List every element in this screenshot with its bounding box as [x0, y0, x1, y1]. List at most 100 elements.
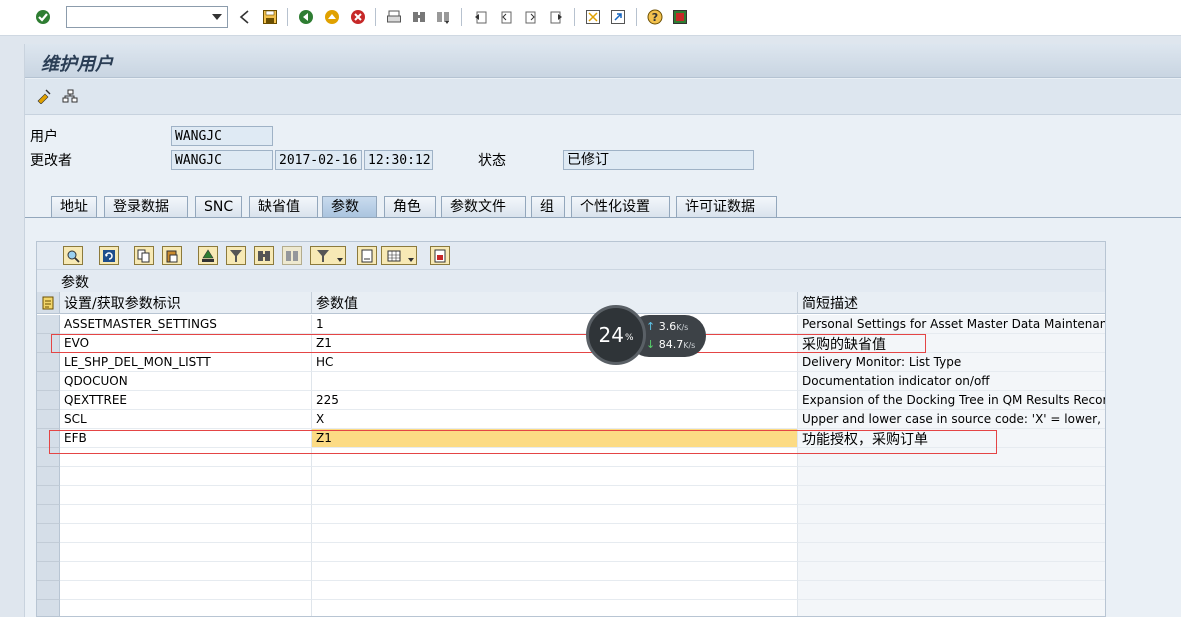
table-row[interactable]: EVO Z1 采购的缺省值	[37, 334, 1105, 353]
row-selector[interactable]	[37, 505, 60, 524]
empty-cell[interactable]	[60, 448, 312, 467]
parameter-id-cell[interactable]: ASSETMASTER_SETTINGS	[60, 315, 312, 334]
first-page-icon[interactable]	[472, 8, 490, 26]
empty-cell[interactable]	[312, 467, 798, 486]
table-row[interactable]: LE_SHP_DEL_MON_LISTT HC Delivery Monitor…	[37, 353, 1105, 372]
back-arrow-icon[interactable]	[236, 8, 254, 26]
empty-row[interactable]	[37, 486, 1105, 505]
empty-row[interactable]	[37, 581, 1105, 600]
filter-icon[interactable]	[226, 246, 246, 265]
table-row[interactable]: QEXTTREE 225 Expansion of the Docking Tr…	[37, 391, 1105, 410]
empty-cell[interactable]	[312, 543, 798, 562]
parameter-value-cell-active[interactable]: Z1	[312, 429, 798, 448]
shortcut-icon[interactable]	[609, 8, 627, 26]
parameter-value-cell[interactable]: HC	[312, 353, 798, 372]
row-selector[interactable]	[37, 467, 60, 486]
parameter-id-cell[interactable]: EVO	[60, 334, 312, 353]
empty-cell[interactable]	[312, 448, 798, 467]
filter-menu-icon[interactable]	[310, 246, 346, 265]
changed-time-field[interactable]: 12:30:12	[364, 150, 433, 170]
help-icon[interactable]: ?	[646, 8, 664, 26]
exit-up-icon[interactable]	[323, 8, 341, 26]
empty-row[interactable]	[37, 467, 1105, 486]
network-speed-widget[interactable]: ↑ 3.6K/s ↓ 84.7K/s 24%	[586, 305, 708, 365]
row-selector[interactable]	[37, 429, 60, 448]
empty-row[interactable]	[37, 562, 1105, 581]
tab-groups[interactable]: 组	[531, 196, 565, 218]
row-selector[interactable]	[37, 486, 60, 505]
parameter-id-cell[interactable]: QEXTTREE	[60, 391, 312, 410]
sort-ascending-icon[interactable]	[198, 246, 218, 265]
find-next-icon[interactable]	[434, 8, 452, 26]
paste-icon[interactable]	[162, 246, 182, 265]
row-selector[interactable]	[37, 334, 60, 353]
parameter-value-cell[interactable]	[312, 372, 798, 391]
last-page-icon[interactable]	[547, 8, 565, 26]
table-row[interactable]: QDOCUON Documentation indicator on/off	[37, 372, 1105, 391]
empty-row[interactable]	[37, 600, 1105, 616]
tab-defaults[interactable]: 缺省值	[249, 196, 318, 218]
column-header-parameter-value[interactable]: 参数值	[312, 292, 798, 314]
tab-parameters[interactable]: 参数	[322, 196, 377, 218]
user-field[interactable]: WANGJC	[171, 126, 273, 146]
find-icon[interactable]	[410, 8, 428, 26]
row-selector[interactable]	[37, 372, 60, 391]
tab-snc[interactable]: SNC	[195, 196, 242, 218]
export-icon[interactable]	[430, 246, 450, 265]
empty-cell[interactable]	[312, 505, 798, 524]
empty-cell[interactable]	[60, 486, 312, 505]
parameter-id-cell[interactable]: EFB	[60, 429, 312, 448]
chevron-down-icon[interactable]	[207, 7, 227, 27]
memory-usage-gauge[interactable]: 24%	[586, 305, 646, 365]
empty-cell[interactable]	[312, 581, 798, 600]
empty-cell[interactable]	[312, 524, 798, 543]
cancel-icon[interactable]	[349, 8, 367, 26]
hierarchy-icon[interactable]	[61, 87, 79, 105]
table-row[interactable]: EFB Z1 功能授权，采购订单	[37, 429, 1105, 448]
command-field[interactable]	[66, 6, 228, 28]
empty-cell[interactable]	[312, 562, 798, 581]
row-selector[interactable]	[37, 391, 60, 410]
parameter-id-cell[interactable]: QDOCUON	[60, 372, 312, 391]
details-icon[interactable]	[63, 246, 83, 265]
empty-cell[interactable]	[60, 562, 312, 581]
find-next-grid-icon[interactable]	[282, 246, 302, 265]
copy-icon[interactable]	[134, 246, 154, 265]
display-change-icon[interactable]	[35, 87, 53, 105]
row-selector[interactable]	[37, 448, 60, 467]
parameter-id-cell[interactable]: SCL	[60, 410, 312, 429]
empty-cell[interactable]	[60, 581, 312, 600]
empty-cell[interactable]	[60, 505, 312, 524]
changed-by-field[interactable]: WANGJC	[171, 150, 273, 170]
changed-date-field[interactable]: 2017-02-16	[275, 150, 362, 170]
select-all-icon[interactable]	[37, 292, 60, 314]
row-selector[interactable]	[37, 315, 60, 334]
table-row[interactable]: ASSETMASTER_SETTINGS 1 Personal Settings…	[37, 315, 1105, 334]
parameter-value-cell[interactable]: X	[312, 410, 798, 429]
tab-roles[interactable]: 角色	[384, 196, 436, 218]
row-selector[interactable]	[37, 524, 60, 543]
empty-cell[interactable]	[60, 524, 312, 543]
parameter-value-cell[interactable]: Z1	[312, 334, 798, 353]
tab-logon-data[interactable]: 登录数据	[104, 196, 188, 218]
empty-row[interactable]	[37, 505, 1105, 524]
empty-row[interactable]	[37, 543, 1105, 562]
find-grid-icon[interactable]	[254, 246, 274, 265]
new-session-icon[interactable]	[584, 8, 602, 26]
row-selector[interactable]	[37, 600, 60, 616]
refresh-icon[interactable]	[99, 246, 119, 265]
empty-cell[interactable]	[60, 467, 312, 486]
back-green-icon[interactable]	[297, 8, 315, 26]
row-selector[interactable]	[37, 562, 60, 581]
layout-menu-icon[interactable]	[381, 246, 417, 265]
empty-cell[interactable]	[60, 543, 312, 562]
previous-page-icon[interactable]	[497, 8, 515, 26]
next-page-icon[interactable]	[522, 8, 540, 26]
empty-row[interactable]	[37, 448, 1105, 467]
status-field[interactable]: 已修订	[563, 150, 754, 170]
enter-check-icon[interactable]	[34, 8, 52, 26]
tab-address[interactable]: 地址	[51, 196, 97, 218]
table-row[interactable]: SCL X Upper and lower case in source cod…	[37, 410, 1105, 429]
tab-personalization[interactable]: 个性化设置	[571, 196, 670, 218]
empty-cell[interactable]	[60, 600, 312, 616]
